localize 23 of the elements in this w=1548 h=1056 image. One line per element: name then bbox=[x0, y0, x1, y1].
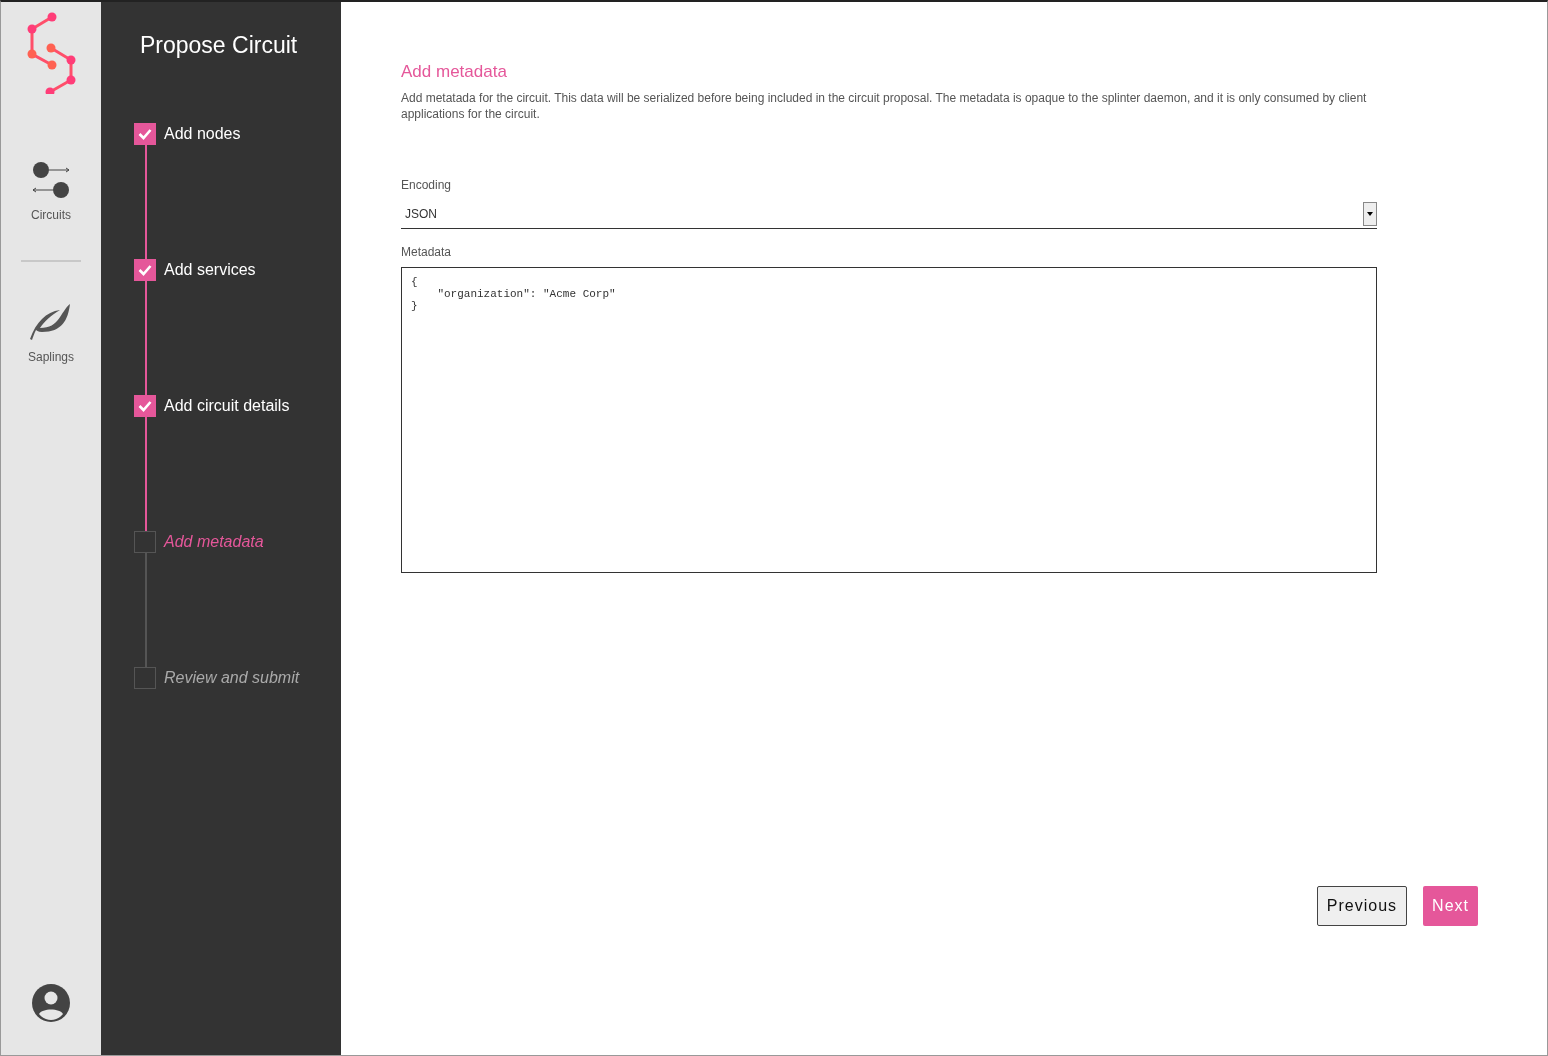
circuits-icon bbox=[31, 160, 71, 200]
previous-button[interactable]: Previous bbox=[1316, 886, 1408, 926]
metadata-textarea[interactable]: { "organization": "Acme Corp" } bbox=[401, 267, 1377, 573]
encoding-select[interactable]: JSON bbox=[401, 200, 1377, 229]
logo-icon bbox=[26, 10, 76, 94]
leaf-icon bbox=[30, 302, 72, 342]
step-label: Add nodes bbox=[164, 125, 241, 143]
step-label: Add metadata bbox=[164, 533, 264, 551]
check-icon bbox=[138, 128, 152, 140]
check-icon bbox=[138, 264, 152, 276]
caret-icon bbox=[1367, 212, 1373, 216]
nav-item[interactable]: Saplings bbox=[28, 302, 74, 364]
step-label: Add circuit details bbox=[164, 397, 290, 415]
form-title: Add metadata bbox=[401, 62, 508, 82]
nav-item[interactable]: Circuits bbox=[31, 160, 71, 222]
step-label: Add services bbox=[164, 261, 256, 279]
check-icon bbox=[138, 400, 152, 412]
form-description: Add metatada for the circuit. This data will be serialized before being included in the circuit proposal. The metadata is opaque to the splinter daemon, and it is only consumed by client applications for the circuit. bbox=[401, 90, 1368, 122]
step-label: Review and submit bbox=[164, 669, 300, 687]
field-label: Encoding bbox=[401, 178, 453, 192]
stepper-title: Propose Circuit bbox=[140, 32, 299, 59]
field-label: Metadata bbox=[401, 245, 453, 259]
user-avatar-icon[interactable] bbox=[31, 983, 71, 1023]
